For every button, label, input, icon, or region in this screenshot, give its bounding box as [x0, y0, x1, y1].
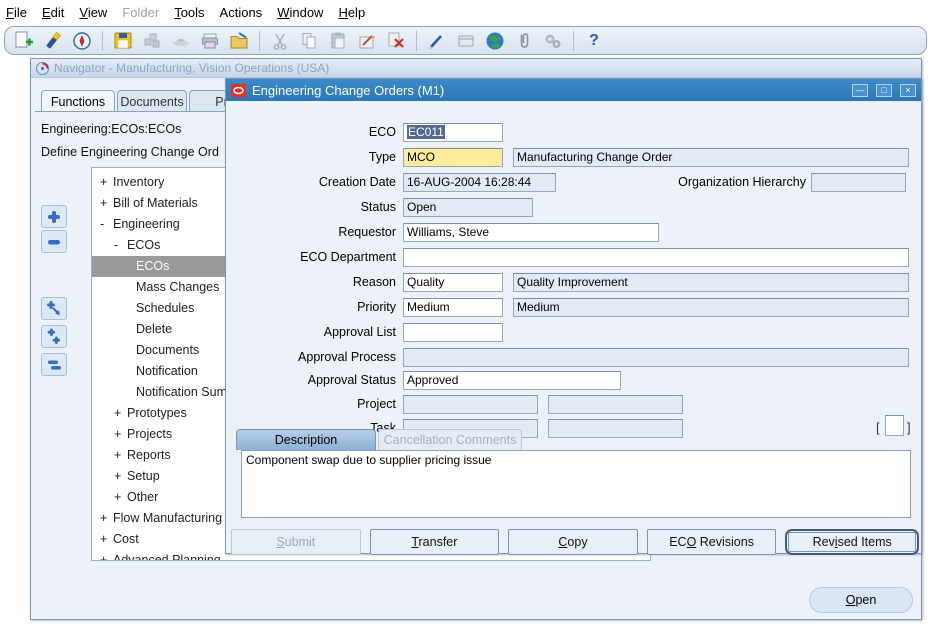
close-icon[interactable]: ×: [900, 84, 916, 97]
eco-button-row: Submit Transfer Copy ECO Revisions Revis…: [231, 529, 919, 555]
description-textarea[interactable]: Component swap due to supplier pricing i…: [241, 450, 911, 518]
status-label: Status: [226, 198, 396, 217]
show-navigator-icon[interactable]: [70, 29, 94, 53]
approval-status-field[interactable]: Approved: [403, 371, 621, 390]
toolbar-separator: [573, 31, 574, 51]
screen: File Edit View Folder Tools Actions Wind…: [0, 0, 931, 628]
eco-titlebar[interactable]: Engineering Change Orders (M1) — □ ×: [226, 79, 921, 101]
revised-items-button[interactable]: Revised Items: [788, 532, 916, 552]
priority-description-field: Medium: [513, 298, 909, 317]
creation-date-label: Creation Date: [226, 173, 396, 192]
toolbar-separator: [102, 31, 103, 51]
status-field: Open: [403, 198, 533, 217]
menu-help[interactable]: Help: [338, 5, 365, 20]
eco-revisions-button[interactable]: ECO Revisions: [647, 529, 777, 555]
reason-label: Reason: [226, 273, 396, 292]
default-button-ring: Revised Items: [785, 529, 919, 555]
paste-icon: [326, 29, 350, 53]
help-icon[interactable]: ?: [582, 29, 606, 53]
toolbar-separator: [259, 31, 260, 51]
save-icon[interactable]: [111, 29, 135, 53]
maximize-icon[interactable]: □: [876, 84, 892, 97]
approval-list-label: Approval List: [226, 323, 396, 342]
menu-edit[interactable]: Edit: [42, 5, 64, 20]
edit-icon[interactable]: [355, 29, 379, 53]
oracle-icon: [231, 84, 246, 97]
copy-icon: [297, 29, 321, 53]
eco-form: ECO EC011 Type MCO Manufacturing Change …: [226, 101, 921, 553]
close-form-icon[interactable]: [227, 29, 251, 53]
folder-tools-icon: [454, 29, 478, 53]
minimize-icon[interactable]: —: [852, 84, 868, 97]
submit-button: Submit: [231, 529, 361, 555]
requestor-field[interactable]: Williams, Steve: [403, 223, 659, 242]
reason-description-field: Quality Improvement: [513, 273, 909, 292]
project-field: [403, 395, 538, 414]
next-step-icon: [140, 29, 164, 53]
expand-button[interactable]: [41, 205, 67, 228]
tab-description[interactable]: Description: [236, 429, 376, 450]
task-name-field: [548, 419, 683, 438]
flexfield-close-bracket: ]: [907, 418, 911, 437]
switch-responsibility-icon: [169, 29, 193, 53]
priority-field[interactable]: Medium: [403, 298, 503, 317]
organization-hierarchy-field: [811, 173, 906, 192]
menu-folder: Folder: [122, 5, 159, 20]
menu-view[interactable]: View: [79, 5, 107, 20]
selection-path: Engineering:ECOs:ECOs: [41, 122, 181, 136]
tab-functions[interactable]: Functions: [41, 90, 115, 112]
menu-bar: File Edit View Folder Tools Actions Wind…: [6, 3, 365, 21]
expand-all-button[interactable]: [41, 325, 67, 348]
approval-process-label: Approval Process: [226, 348, 396, 367]
priority-label: Priority: [226, 298, 396, 317]
type-field[interactable]: MCO: [403, 148, 503, 167]
eco-field[interactable]: EC011: [403, 123, 503, 142]
navigator-window-icon: [36, 62, 49, 75]
open-button[interactable]: Open: [809, 587, 913, 613]
creation-date-field: 16-AUG-2004 16:28:44: [403, 173, 556, 192]
menu-tools[interactable]: Tools: [174, 5, 204, 20]
toolbar: ?: [4, 26, 927, 55]
selection-description: Define Engineering Change Ord: [41, 145, 219, 159]
approval-status-label: Approval Status: [226, 371, 396, 390]
eco-label: ECO: [226, 123, 396, 142]
tools-icon: [541, 29, 565, 53]
copy-button[interactable]: Copy: [508, 529, 638, 555]
menu-actions[interactable]: Actions: [220, 5, 263, 20]
flexfield-open-bracket: [: [876, 418, 880, 437]
project-label: Project: [226, 395, 396, 414]
type-description-field: Manufacturing Change Order: [513, 148, 909, 167]
organization-hierarchy-label: Organization Hierarchy: [606, 173, 806, 192]
menu-window[interactable]: Window: [277, 5, 323, 20]
menu-file[interactable]: File: [6, 5, 27, 20]
requestor-label: Requestor: [226, 223, 396, 242]
window-help-icon[interactable]: [483, 29, 507, 53]
cut-icon: [268, 29, 292, 53]
eco-department-label: ECO Department: [226, 248, 396, 267]
type-label: Type: [226, 148, 396, 167]
print-icon[interactable]: [198, 29, 222, 53]
eco-department-field[interactable]: [403, 248, 909, 267]
tab-cancellation-comments: Cancellation Comments: [378, 429, 522, 450]
eco-window: Engineering Change Orders (M1) — □ × ECO…: [225, 78, 922, 554]
toolbar-separator: [416, 31, 417, 51]
collapse-button[interactable]: [41, 230, 67, 253]
project-name-field: [548, 395, 683, 414]
reason-field[interactable]: Quality: [403, 273, 503, 292]
navigator-titlebar[interactable]: Navigator - Manufacturing, Vision Operat…: [31, 59, 921, 78]
tab-documents[interactable]: Documents: [117, 90, 187, 112]
expand-branch-button[interactable]: [41, 297, 67, 320]
approval-list-field[interactable]: [403, 323, 503, 342]
descriptive-flexfield[interactable]: [885, 415, 904, 436]
approval-process-field: [403, 348, 909, 367]
translations-icon[interactable]: [425, 29, 449, 53]
new-icon[interactable]: [12, 29, 36, 53]
collapse-all-button[interactable]: [41, 353, 67, 376]
find-icon[interactable]: [41, 29, 65, 53]
attachments-icon[interactable]: [512, 29, 536, 53]
clear-record-icon[interactable]: [384, 29, 408, 53]
transfer-button[interactable]: Transfer: [370, 529, 500, 555]
eco-window-title: Engineering Change Orders (M1): [252, 83, 844, 98]
navigator-title: Navigator - Manufacturing, Vision Operat…: [54, 61, 329, 75]
